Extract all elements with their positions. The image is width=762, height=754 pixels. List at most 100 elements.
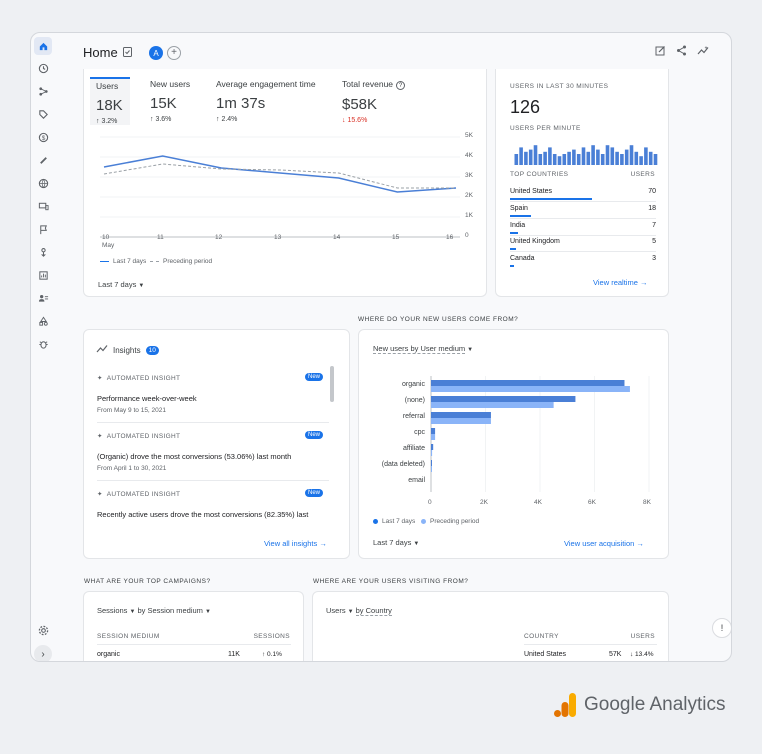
x-tick: 11 [157, 234, 164, 241]
minute-bar [586, 151, 591, 165]
flow-icon[interactable] [36, 84, 50, 98]
row-divider [510, 235, 656, 236]
caret-down-icon: ▼ [129, 609, 136, 615]
category-label: affiliate [402, 445, 425, 452]
dollar-icon[interactable]: $ [36, 130, 50, 144]
country-row[interactable]: United States 70 [510, 188, 656, 202]
flag-icon[interactable] [36, 222, 50, 236]
top-bar: Home A + [83, 43, 723, 65]
x-tick: 4K [534, 499, 542, 506]
country-row[interactable]: Spain 18 [510, 205, 656, 219]
column-header-dimension: SESSION MEDIUM [97, 633, 160, 640]
minute-bar [639, 156, 643, 165]
country-row[interactable]: India 7 [510, 222, 656, 236]
insight-item[interactable]: ✦ AUTOMATED INSIGHT New (Organic) drove t… [97, 431, 337, 472]
minute-bar [519, 147, 523, 165]
date-range-dropdown[interactable]: Last 7 days ▼ [373, 538, 419, 547]
insights-count-badge: 10 [145, 345, 159, 355]
new-badge: New [304, 373, 323, 381]
tag-icon[interactable] [36, 107, 50, 121]
x-tick: 16 [446, 234, 454, 241]
insights-title: Insights [113, 345, 141, 355]
row-name[interactable]: organic [97, 651, 120, 658]
date-range-dropdown[interactable]: Last 7 days ▼ [98, 280, 144, 289]
country-name: Spain [510, 205, 528, 212]
insight-title: Performance week-over-week [97, 394, 197, 403]
minute-bar [591, 145, 595, 165]
view-realtime-link[interactable]: View realtime → [593, 278, 647, 287]
minute-bar [567, 151, 571, 165]
new-badge: New [304, 489, 323, 497]
row-name[interactable]: United States [524, 651, 566, 658]
realtime-heading: USERS IN LAST 30 MINUTES [510, 83, 609, 90]
devices-icon[interactable] [36, 199, 50, 213]
view-user-acquisition-link[interactable]: View user acquisition → [564, 539, 644, 548]
row-value: 57K [609, 651, 622, 658]
minute-bar [548, 147, 552, 165]
category-label: (data deleted) [381, 461, 425, 468]
view-all-insights-link[interactable]: View all insights → [264, 539, 327, 548]
expand-nav-button[interactable]: › [34, 645, 52, 661]
new-badge: New [304, 431, 323, 439]
google-analytics-logo-icon [554, 693, 576, 717]
row-divider [510, 251, 656, 252]
category-label: referral [402, 413, 425, 420]
minute-bar [557, 156, 562, 165]
insight-item[interactable]: ✦ AUTOMATED INSIGHT New Performance week-… [97, 373, 337, 414]
campaigns-card: Sessions ▼ by Session medium ▼ SESSION MED… [83, 591, 304, 661]
arrow-right-icon: → [636, 539, 644, 548]
insight-item[interactable]: ✦ AUTOMATED INSIGHT New Recently active u… [97, 489, 337, 519]
report-icon[interactable] [36, 268, 50, 282]
link-icon[interactable] [36, 153, 50, 167]
campaigns-section-heading: WHAT ARE YOUR TOP CAMPAIGNS? [84, 578, 211, 585]
user-list-icon[interactable] [36, 291, 50, 305]
country-row[interactable]: United Kingdom 5 [510, 238, 656, 252]
dimension-dropdown-label[interactable]: by Country [355, 606, 392, 616]
touch-icon[interactable] [36, 245, 50, 259]
header-divider [524, 644, 657, 645]
feedback-button[interactable]: ! [712, 618, 731, 638]
debug-icon[interactable] [36, 337, 50, 351]
insight-kind: AUTOMATED INSIGHT [106, 374, 181, 382]
top-countries-heading: TOP COUNTRIES [510, 171, 569, 178]
globe-icon[interactable] [36, 176, 50, 190]
country-row[interactable]: Canada 3 [510, 255, 656, 267]
insight-date: From May 9 to 15, 2021 [97, 407, 167, 414]
minute-bar [615, 151, 619, 165]
bar-current [431, 428, 436, 434]
dropdown-label: Last 7 days [373, 538, 412, 547]
country-bar [510, 265, 514, 267]
shapes-icon[interactable] [36, 314, 50, 328]
column-header-metric: USERS [630, 633, 655, 640]
country-users: 70 [648, 188, 656, 195]
home-icon[interactable] [34, 37, 52, 55]
overview-card: Users 18K ↑ 3.2% New users 15K ↑ 3.6% Av… [83, 69, 487, 297]
bar-previous [431, 402, 554, 408]
add-comparison-button[interactable]: + [167, 46, 181, 60]
x-tick: 0 [428, 499, 432, 506]
series-line-current [103, 155, 457, 193]
y-tick: 5K [465, 132, 473, 139]
series-line-previous [103, 163, 456, 189]
y-tick: 3K [465, 172, 473, 179]
row-change: ↑ 0.1% [262, 651, 282, 658]
settings-icon[interactable] [36, 623, 50, 637]
country-users: 5 [652, 238, 656, 245]
top-bar-actions [655, 45, 709, 59]
dimension-dropdown-label[interactable]: by Session medium [137, 606, 202, 615]
share-icon[interactable] [676, 45, 687, 59]
comparison-avatar[interactable]: A [149, 46, 163, 60]
sparkle-icon: ✦ [97, 375, 103, 382]
caret-down-icon: ▼ [204, 609, 211, 615]
legend-label: Last 7 days [382, 518, 416, 525]
dropdown-label: Users [326, 606, 346, 615]
legend-previous: Preceding period [150, 258, 212, 265]
minute-bar [634, 151, 639, 165]
bar-current [431, 444, 434, 450]
clock-icon[interactable] [36, 61, 50, 75]
countries-metric-dropdown[interactable]: Users ▼ by Country [326, 606, 392, 616]
insights-trend-icon[interactable] [697, 45, 709, 59]
minute-bar [572, 149, 576, 165]
campaigns-metric-dropdown[interactable]: Sessions ▼ by Session medium ▼ [97, 606, 211, 615]
edit-icon[interactable] [655, 45, 666, 59]
